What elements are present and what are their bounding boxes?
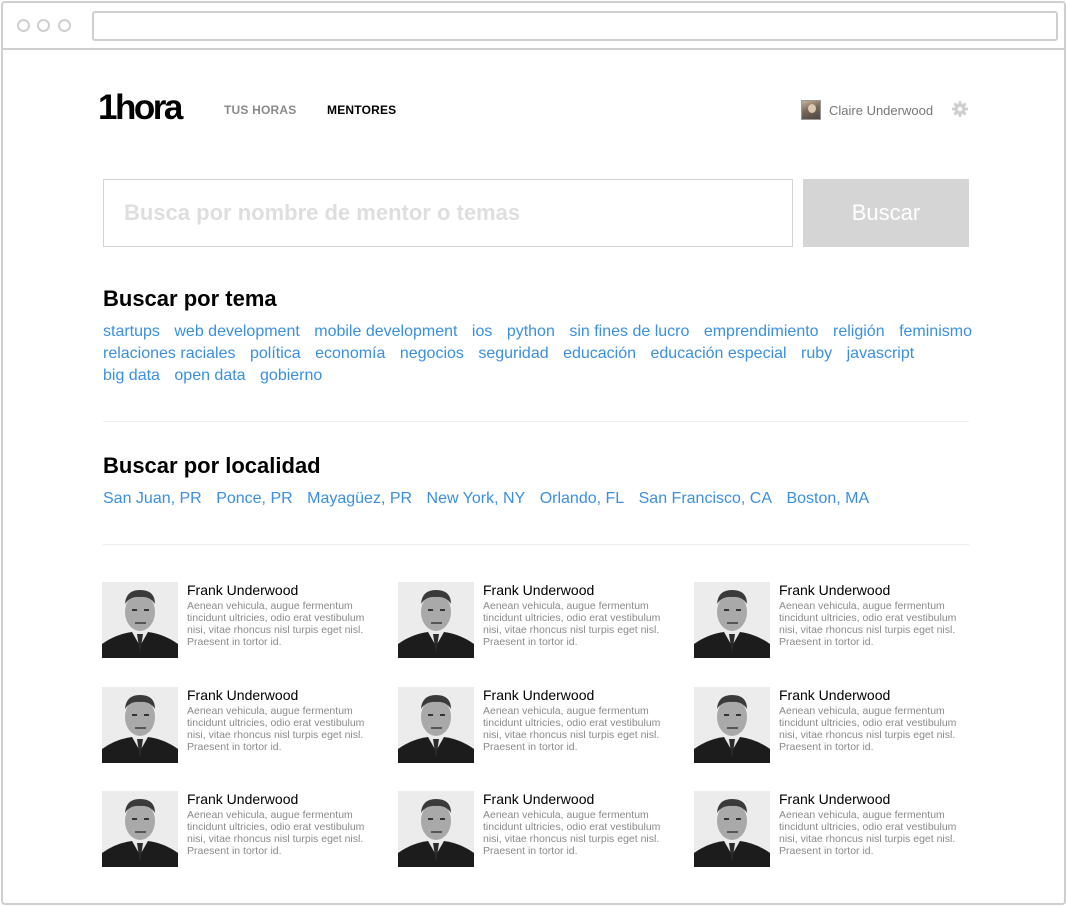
topic-link[interactable]: religión xyxy=(833,323,885,340)
topic-link[interactable]: python xyxy=(507,323,555,340)
topic-link[interactable]: open data xyxy=(174,367,245,384)
topic-link[interactable]: política xyxy=(250,345,301,362)
mentor-name[interactable]: Frank Underwood xyxy=(483,791,594,807)
mentor-card[interactable]: Frank Underwood Aenean vehicula, augue fe… xyxy=(102,687,382,763)
mentor-photo[interactable] xyxy=(694,582,770,658)
topic-link[interactable]: ruby xyxy=(801,345,832,362)
topic-link[interactable]: ios xyxy=(472,323,492,340)
topic-link[interactable]: seguridad xyxy=(478,345,548,362)
mentor-card[interactable]: Frank Underwood Aenean vehicula, augue fe… xyxy=(694,582,974,658)
mentor-name[interactable]: Frank Underwood xyxy=(779,791,890,807)
search-button[interactable]: Buscar xyxy=(803,179,969,247)
mentor-name[interactable]: Frank Underwood xyxy=(187,687,298,703)
location-list: San Juan, PR Ponce, PR Mayagüez, PR New … xyxy=(103,488,983,510)
mentor-bio: Aenean vehicula, augue fermentum tincidu… xyxy=(187,809,365,857)
locations-title: Buscar por localidad xyxy=(103,453,321,478)
mentor-photo[interactable] xyxy=(694,791,770,867)
topic-link[interactable]: sin fines de lucro xyxy=(569,323,689,340)
address-bar[interactable] xyxy=(92,11,1058,41)
mentor-bio: Aenean vehicula, augue fermentum tincidu… xyxy=(187,600,365,648)
mentor-name[interactable]: Frank Underwood xyxy=(483,582,594,598)
mentor-bio: Aenean vehicula, augue fermentum tincidu… xyxy=(483,705,661,753)
mentor-name[interactable]: Frank Underwood xyxy=(483,687,594,703)
browser-toolbar xyxy=(3,3,1064,50)
topic-link[interactable]: big data xyxy=(103,367,160,384)
mentor-photo[interactable] xyxy=(102,791,178,867)
topic-link[interactable]: feminismo xyxy=(899,323,972,340)
topics-title: Buscar por tema xyxy=(103,286,277,311)
mentor-card[interactable]: Frank Underwood Aenean vehicula, augue fe… xyxy=(102,582,382,658)
mentor-name[interactable]: Frank Underwood xyxy=(187,791,298,807)
topic-link[interactable]: educación xyxy=(563,345,636,362)
location-link[interactable]: Ponce, PR xyxy=(216,490,292,507)
topic-link[interactable]: startups xyxy=(103,323,160,340)
gear-icon[interactable] xyxy=(950,99,970,119)
divider xyxy=(103,421,969,422)
window-close-dot[interactable] xyxy=(17,19,30,32)
mentor-photo[interactable] xyxy=(102,687,178,763)
location-link[interactable]: Orlando, FL xyxy=(540,490,624,507)
logo[interactable]: 1hora xyxy=(98,88,183,128)
mentor-bio: Aenean vehicula, augue fermentum tincidu… xyxy=(779,809,957,857)
topic-list: startups web development mobile developm… xyxy=(103,321,983,387)
topic-link[interactable]: negocios xyxy=(400,345,464,362)
mentor-card[interactable]: Frank Underwood Aenean vehicula, augue fe… xyxy=(694,791,974,867)
mentor-card[interactable]: Frank Underwood Aenean vehicula, augue fe… xyxy=(398,791,678,867)
mentor-name[interactable]: Frank Underwood xyxy=(187,582,298,598)
location-link[interactable]: San Juan, PR xyxy=(103,490,202,507)
mentor-photo[interactable] xyxy=(398,582,474,658)
mentor-card[interactable]: Frank Underwood Aenean vehicula, augue fe… xyxy=(398,687,678,763)
mentor-name[interactable]: Frank Underwood xyxy=(779,582,890,598)
mentor-bio: Aenean vehicula, augue fermentum tincidu… xyxy=(483,600,661,648)
mentor-bio: Aenean vehicula, augue fermentum tincidu… xyxy=(779,600,957,648)
topic-link[interactable]: economía xyxy=(315,345,385,362)
mentor-photo[interactable] xyxy=(398,687,474,763)
user-name: Claire Underwood xyxy=(829,102,934,118)
location-link[interactable]: Boston, MA xyxy=(786,490,869,507)
mentor-photo[interactable] xyxy=(694,687,770,763)
location-link[interactable]: New York, NY xyxy=(427,490,526,507)
mentor-bio: Aenean vehicula, augue fermentum tincidu… xyxy=(779,705,957,753)
avatar xyxy=(801,100,821,120)
topic-link[interactable]: web development xyxy=(174,323,299,340)
mentor-photo[interactable] xyxy=(102,582,178,658)
window-zoom-dot[interactable] xyxy=(58,19,71,32)
mentor-bio: Aenean vehicula, augue fermentum tincidu… xyxy=(187,705,365,753)
mentor-card[interactable]: Frank Underwood Aenean vehicula, augue fe… xyxy=(694,687,974,763)
nav-mentores[interactable]: MENTORES xyxy=(327,103,396,117)
mentor-card[interactable]: Frank Underwood Aenean vehicula, augue fe… xyxy=(398,582,678,658)
mentor-card[interactable]: Frank Underwood Aenean vehicula, augue fe… xyxy=(102,791,382,867)
user-menu[interactable]: Claire Underwood xyxy=(801,100,933,120)
topic-link[interactable]: relaciones raciales xyxy=(103,345,236,362)
topic-link[interactable]: gobierno xyxy=(260,367,322,384)
window-minimize-dot[interactable] xyxy=(37,19,50,32)
location-link[interactable]: Mayagüez, PR xyxy=(307,490,412,507)
topic-link[interactable]: javascript xyxy=(847,345,915,362)
mentor-photo[interactable] xyxy=(398,791,474,867)
topic-link[interactable]: emprendimiento xyxy=(704,323,819,340)
search-input[interactable] xyxy=(103,179,793,247)
topic-link[interactable]: mobile development xyxy=(314,323,457,340)
nav-tus-horas[interactable]: TUS HORAS xyxy=(224,103,296,117)
location-link[interactable]: San Francisco, CA xyxy=(639,490,772,507)
mentor-name[interactable]: Frank Underwood xyxy=(779,687,890,703)
mentor-bio: Aenean vehicula, augue fermentum tincidu… xyxy=(483,809,661,857)
topic-link[interactable]: educación especial xyxy=(650,345,786,362)
divider xyxy=(103,544,969,545)
